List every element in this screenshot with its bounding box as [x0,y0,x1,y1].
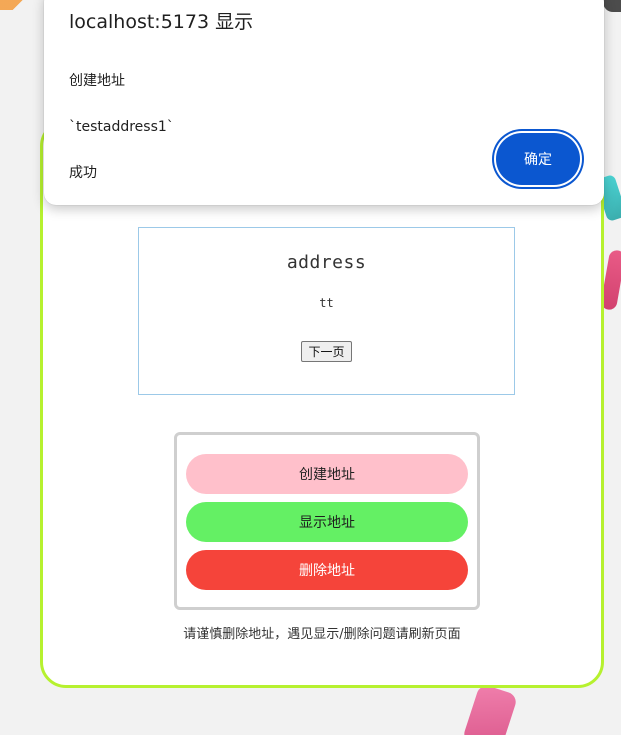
alert-title: localhost:5173 显示 [69,11,254,33]
alert-message: 创建地址 `testaddress1` 成功 [69,47,174,208]
address-value: tt [319,296,334,310]
next-page-button[interactable]: 下一页 [301,341,352,362]
alert-dialog: localhost:5173 显示 创建地址 `testaddress1` 成功… [44,0,604,205]
background-decoration-top-left [0,0,46,10]
create-address-button[interactable]: 创建地址 [186,454,468,494]
alert-message-line: `testaddress1` [69,119,174,135]
alert-message-line: 创建地址 [69,73,125,89]
address-panel: address tt 下一页 [138,227,515,395]
show-address-button[interactable]: 显示地址 [186,502,468,542]
background-decoration-bottom-pink [461,683,519,735]
alert-message-line: 成功 [69,165,97,181]
warning-notice: 请谨慎删除地址，遇见显示/删除问题请刷新页面 [183,627,461,642]
delete-address-button[interactable]: 删除地址 [186,550,468,590]
background-decoration-top-right [603,0,621,12]
address-title: address [286,252,367,273]
alert-ok-button[interactable]: 确定 [496,133,580,185]
action-button-group: 创建地址 显示地址 删除地址 [174,432,480,610]
